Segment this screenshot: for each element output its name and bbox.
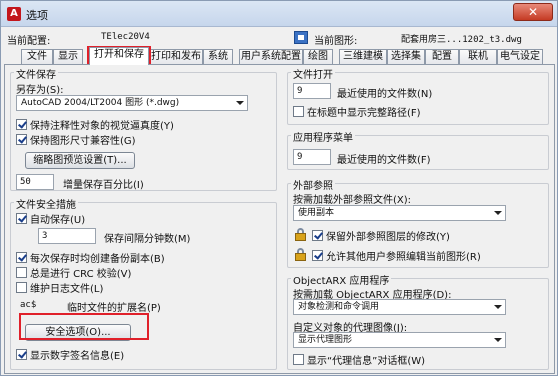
current-profile-label: 当前配置: [7,36,51,47]
app-menu-title: 应用程序菜单 [291,129,355,144]
proxy-info-label: 显示“代理信息”对话框(W) [307,356,426,367]
recent-files-label: 最近使用的文件数(N) [337,89,433,100]
app-menu-recent-input[interactable]: 9 [293,149,331,165]
tab-profiles[interactable]: 配置 [425,49,459,65]
file-open-group: 文件打开 9 最近使用的文件数(N) 在标题中显示完整路径(F) [287,66,549,125]
objectarx-title: ObjectARX 应用程序 [291,272,392,287]
log-file-label: 维护日志文件(L) [30,284,104,295]
current-profile-value: TElec20V4 [101,32,150,42]
digital-signature-label: 显示数字签名信息(E) [30,351,125,362]
tab-display[interactable]: 显示 [53,49,83,65]
autosave-minutes-label: 保存间隔分钟数(M) [104,234,191,245]
file-save-group: 文件保存 另存为(S): AutoCAD 2004/LT2004 图形 (*.d… [10,66,277,191]
file-open-title: 文件打开 [291,66,335,81]
app-menu-recent-label: 最近使用的文件数(F) [337,155,431,166]
temp-extension-label: 临时文件的扩展名(P) [67,303,161,314]
allow-edit-label: 允许其他用户参照编辑当前图形(R) [326,252,481,263]
arx-demand-load-dropdown[interactable]: 对象检测和命令调用 [293,299,506,315]
digital-signature-checkbox[interactable]: 显示数字签名信息(E) [16,348,125,362]
arx-demand-load-value: 对象检测和命令调用 [298,302,380,312]
full-path-label: 在标题中显示完整路径(F) [307,108,421,119]
checkbox-checked-icon [16,213,27,224]
xref-demand-load-label: 按需加载外部参照文件(X): [293,195,412,206]
crc-check-checkbox[interactable]: 总是进行 CRC 校验(V) [16,266,132,280]
retain-xref-changes-label: 保留外部参照图层的修改(Y) [326,232,450,243]
chevron-down-icon [494,338,502,342]
allow-edit-checkbox[interactable]: 允许其他用户参照编辑当前图形(R) [312,249,481,263]
drawing-file-icon [294,31,308,44]
xref-demand-load-value: 使用副本 [298,208,335,218]
save-as-value: AutoCAD 2004/LT2004 图形 (*.dwg) [21,98,180,108]
profile-info-bar: 当前配置: TElec20V4 当前图形: 配套用房三...1202_t3.dw… [1,27,557,49]
chevron-down-icon [494,211,502,215]
open-save-panel: 文件保存 另存为(S): AutoCAD 2004/LT2004 图形 (*.d… [4,64,555,374]
checkbox-unchecked-icon [293,106,304,117]
checkbox-checked-icon [16,119,27,130]
app-menu-group: 应用程序菜单 9 最近使用的文件数(F) [287,129,549,170]
xref-demand-load-dropdown[interactable]: 使用副本 [293,205,506,221]
options-dialog: A 选项 ✕ 当前配置: TElec20V4 当前图形: 配套用房三...120… [0,0,558,376]
checkbox-unchecked-icon [16,267,27,278]
crc-check-label: 总是进行 CRC 校验(V) [30,269,132,280]
current-drawing-value: 配套用房三...1202_t3.dwg [401,35,522,45]
proxy-info-checkbox[interactable]: 显示“代理信息”对话框(W) [293,353,426,367]
temp-extension-input[interactable]: ac$ [16,297,56,313]
checkbox-checked-icon [312,250,323,261]
tab-plot-publish[interactable]: 打印和发布 [149,49,203,65]
current-drawing-label: 当前图形: [314,36,358,47]
window-title: 选项 [26,9,48,22]
checkbox-checked-icon [16,349,27,360]
xref-group: 外部参照 按需加载外部参照文件(X): 使用副本 保留外部参照图层的修改(Y) … [287,177,549,268]
full-path-checkbox[interactable]: 在标题中显示完整路径(F) [293,105,421,119]
tab-selection[interactable]: 选择集 [387,49,425,65]
checkbox-checked-icon [312,230,323,241]
checkbox-checked-icon [16,252,27,263]
incremental-save-label: 增量保存百分比(I) [63,180,144,191]
objectarx-group: ObjectARX 应用程序 按需加载 ObjectARX 应用程序(D): 对… [287,272,549,370]
tab-system[interactable]: 系统 [203,49,233,65]
keep-annotative-checkbox[interactable]: 保持注释性对象的视觉逼真度(Y) [16,118,174,132]
tab-user-preferences[interactable]: 用户系统配置 [239,49,303,65]
tab-files[interactable]: 文件 [21,49,53,65]
tab-open-save[interactable]: 打开和保存 [89,47,149,65]
autosave-minutes-input[interactable]: 3 [38,228,96,244]
backup-copy-label: 每次保存时均创建备份副本(B) [30,254,165,265]
keep-drawing-size-checkbox[interactable]: 保持图形尺寸兼容性(G) [16,133,136,147]
lock-icon [295,248,306,261]
tab-3d-modeling[interactable]: 三维建模 [339,49,387,65]
recent-files-input[interactable]: 9 [293,83,331,99]
autocad-app-icon: A [7,7,21,21]
highlight-security-options [19,313,149,340]
checkbox-unchecked-icon [16,282,27,293]
proxy-image-dropdown[interactable]: 显示代理图形 [293,332,506,348]
autosave-label: 自动保存(U) [30,215,86,226]
checkbox-unchecked-icon [293,354,304,365]
title-bar[interactable]: A 选项 ✕ [1,1,557,27]
close-button[interactable]: ✕ [513,3,553,21]
proxy-image-value: 显示代理图形 [298,335,353,345]
retain-xref-changes-checkbox[interactable]: 保留外部参照图层的修改(Y) [312,229,450,243]
tab-strip: 文件 显示 打开和保存 打印和发布 系统 用户系统配置 绘图 三维建模 选择集 … [1,47,557,65]
incremental-save-input[interactable]: 50 [16,174,54,190]
checkbox-checked-icon [16,134,27,145]
file-safety-title: 文件安全措施 [14,196,78,211]
keep-annotative-label: 保持注释性对象的视觉逼真度(Y) [30,121,174,132]
lock-icon [295,228,306,241]
file-save-title: 文件保存 [14,66,58,81]
tab-drafting[interactable]: 绘图 [303,49,333,65]
save-as-dropdown[interactable]: AutoCAD 2004/LT2004 图形 (*.dwg) [16,95,248,111]
thumbnail-settings-button[interactable]: 缩略图预览设置(T)... [25,152,135,169]
keep-drawing-size-label: 保持图形尺寸兼容性(G) [30,136,136,147]
save-as-label: 另存为(S): [16,85,64,96]
backup-copy-checkbox[interactable]: 每次保存时均创建备份副本(B) [16,251,165,265]
tab-electrical[interactable]: 电气设定 [497,49,543,65]
chevron-down-icon [494,305,502,309]
file-safety-group: 文件安全措施 自动保存(U) 3 保存间隔分钟数(M) 每次保存时均创建备份副本… [10,196,277,370]
log-file-checkbox[interactable]: 维护日志文件(L) [16,281,104,295]
autosave-checkbox[interactable]: 自动保存(U) [16,212,86,226]
chevron-down-icon [236,101,244,105]
xref-title: 外部参照 [291,177,335,192]
tab-online[interactable]: 联机 [459,49,497,65]
